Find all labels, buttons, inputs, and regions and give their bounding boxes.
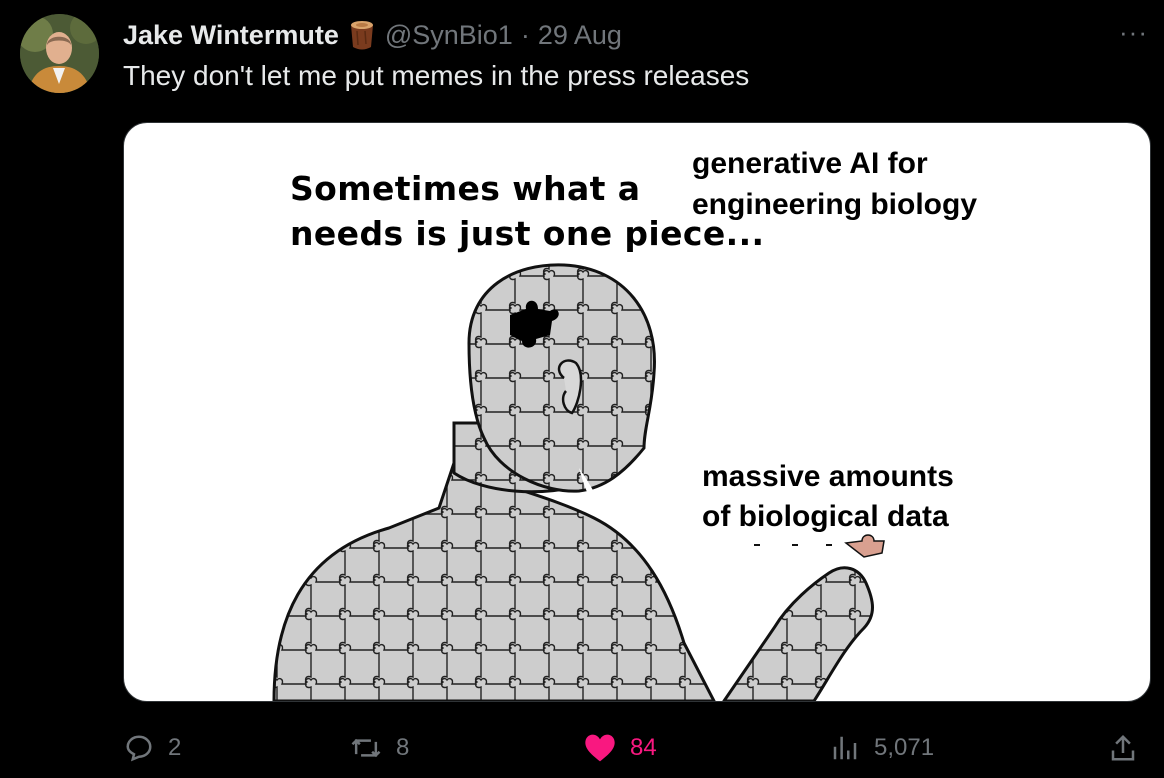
repost-button[interactable]: 8 xyxy=(350,724,409,772)
tweet-text: They don't let me put memes in the press… xyxy=(123,60,750,91)
author-name[interactable]: Jake Wintermute xyxy=(123,20,339,51)
share-icon xyxy=(1111,734,1135,761)
tweet-media-image[interactable]: Sometimes what a needs is just one piece… xyxy=(123,122,1151,702)
like-count: 84 xyxy=(630,734,657,761)
reply-count: 2 xyxy=(168,734,182,761)
view-count: 5,071 xyxy=(874,734,935,761)
heart-icon xyxy=(585,734,615,762)
reply-button[interactable]: 2 xyxy=(124,724,181,772)
separator-dot: · xyxy=(520,19,530,50)
reply-icon xyxy=(126,735,152,762)
tweet-header: Jake Wintermute @SynBio1 · 29 Aug xyxy=(123,18,622,52)
wood-log-icon xyxy=(350,21,373,50)
like-button[interactable]: 84 xyxy=(584,724,657,772)
repost-icon xyxy=(351,738,381,758)
views-button[interactable]: 5,071 xyxy=(830,724,934,772)
repost-count: 8 xyxy=(396,734,410,761)
tweet-action-bar: 2 8 84 5,071 xyxy=(0,724,1164,772)
author-avatar[interactable] xyxy=(20,14,99,93)
avatar-photo xyxy=(20,14,99,93)
share-button[interactable] xyxy=(1108,724,1138,772)
meme-label-generative-ai: generative AI for engineering biology xyxy=(692,147,978,221)
tweet-date[interactable]: 29 Aug xyxy=(538,20,622,51)
author-handle[interactable]: @SynBio1 xyxy=(385,20,513,51)
analytics-icon xyxy=(833,736,857,760)
meme-label-biological-data: massive amounts of biological data xyxy=(702,460,954,533)
more-options-icon[interactable]: ··· xyxy=(1119,17,1148,48)
